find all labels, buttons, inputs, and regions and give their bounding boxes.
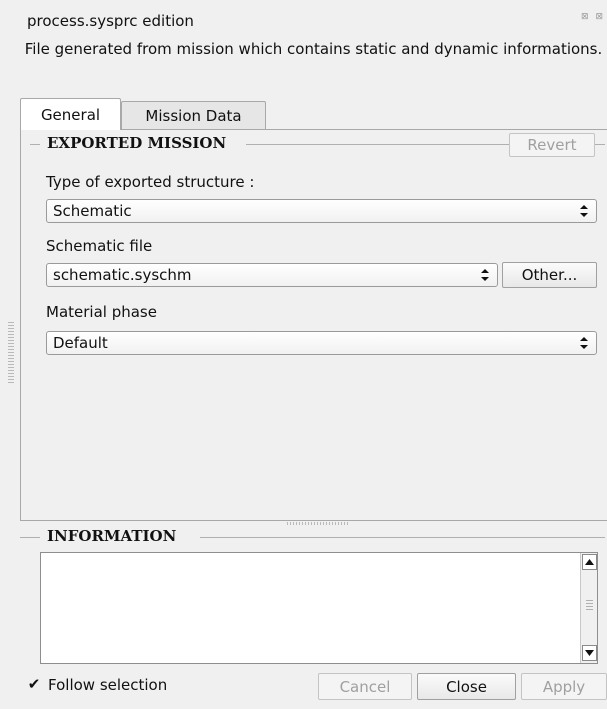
close-button[interactable]: Close [417,673,516,700]
tab-mission-data-label: Mission Data [145,106,242,125]
panel-description: File generated from mission which contai… [24,40,603,58]
exported-mission-title: EXPORTED MISSION [47,134,227,152]
left-splitter[interactable] [0,0,20,709]
follow-selection-label: Follow selection [48,676,168,694]
material-phase-select[interactable]: Default [46,331,597,355]
structure-type-select[interactable]: Schematic [46,199,597,223]
up-down-arrows-icon [572,332,596,354]
material-phase-label: Material phase [46,303,157,321]
structure-type-value: Schematic [53,202,132,220]
tab-mission-data[interactable]: Mission Data [121,101,266,129]
dock-buttons-icon[interactable]: ⊠ ⊠ [581,12,605,22]
vertical-scrollbar[interactable] [580,553,597,663]
panel-title: process.sysprc edition [27,12,194,30]
splitter-grip-icon[interactable] [8,322,14,384]
schematic-file-select[interactable]: schematic.syschm [46,263,498,287]
group-divider [200,537,605,538]
group-divider [595,144,605,145]
schematic-file-label: Schematic file [46,237,153,255]
cancel-button[interactable]: Cancel [318,673,412,700]
follow-selection-checkbox[interactable]: ✔ [27,675,41,693]
scrollbar-grip-icon[interactable] [586,600,593,612]
revert-button[interactable]: Revert [509,133,595,157]
structure-type-label: Type of exported structure : [46,173,255,191]
up-down-arrows-icon [572,200,596,222]
group-divider [20,537,40,538]
splitter-grip-icon[interactable] [287,522,349,525]
other-button[interactable]: Other... [502,262,597,288]
group-divider [30,144,40,145]
information-title: INFORMATION [47,527,177,545]
information-textarea[interactable] [40,552,598,664]
arrow-down-icon[interactable] [582,645,597,661]
checkmark-icon: ✔ [27,675,41,693]
tab-general[interactable]: General [20,98,121,130]
group-divider [246,144,509,145]
arrow-up-icon[interactable] [582,554,597,570]
up-down-arrows-icon [473,264,497,286]
schematic-file-value: schematic.syschm [53,266,192,284]
material-phase-value: Default [53,334,108,352]
tab-general-label: General [40,105,101,124]
apply-button[interactable]: Apply [521,673,607,700]
